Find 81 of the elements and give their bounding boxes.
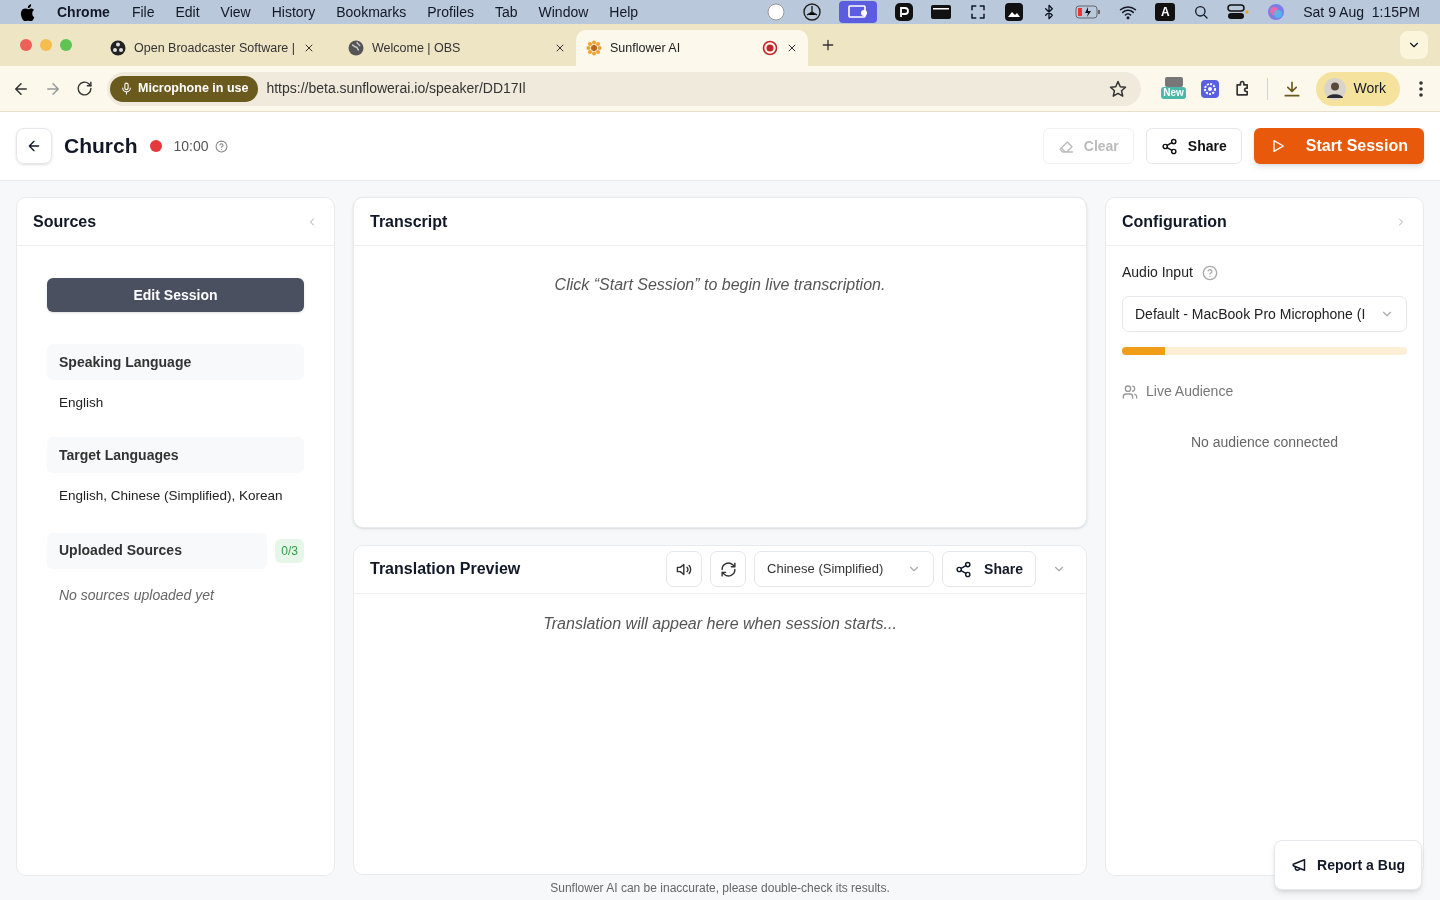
globe-icon — [348, 40, 364, 56]
close-icon[interactable] — [786, 42, 798, 54]
menu-item[interactable]: Help — [609, 1, 639, 23]
help-icon[interactable] — [214, 139, 228, 153]
url-text[interactable]: https://beta.sunflowerai.io/speaker/DD17Il — [266, 78, 1101, 99]
wifi-icon[interactable] — [1119, 3, 1138, 21]
photo-icon[interactable] — [1005, 3, 1024, 21]
disclaimer-text: Sunflower AI can be inaccurate, please double-check its results. — [550, 879, 890, 897]
placeholder-message: Translation will appear here when session starts... — [542, 613, 898, 634]
apple-icon[interactable] — [20, 3, 35, 21]
empty-message: No sources uploaded yet — [58, 585, 216, 605]
panel-title: Sources — [33, 211, 98, 232]
microphone-chip[interactable]: Microphone in use — [110, 75, 259, 102]
close-window-button[interactable] — [20, 39, 32, 51]
screen-share-icon[interactable] — [839, 1, 878, 23]
share-icon — [955, 560, 973, 578]
field-label: Audio Input — [1122, 263, 1193, 282]
menu-item[interactable]: History — [271, 1, 316, 23]
input-source-indicator[interactable]: A — [1155, 3, 1176, 21]
control-center-icon[interactable] — [1227, 4, 1250, 20]
speaker-button[interactable] — [666, 551, 703, 587]
microphone-icon — [120, 82, 133, 95]
users-icon — [1122, 383, 1138, 400]
panel-title: Transcript — [370, 211, 449, 232]
window-icon[interactable] — [931, 5, 952, 19]
new-tab-icon[interactable] — [820, 37, 836, 53]
share-button[interactable]: Share — [1145, 128, 1242, 164]
menu-item[interactable]: File — [131, 1, 155, 23]
placeholder-message: Click “Start Session” to begin live transcription. — [553, 275, 887, 295]
language-dropdown[interactable]: Chinese (Simplified) — [754, 551, 935, 587]
share-icon — [1160, 137, 1178, 155]
section-label: Live Audience — [1146, 382, 1234, 401]
tab-title: Welcome | OBS — [372, 39, 462, 57]
browser-tab[interactable]: Welcome | OBS — [338, 30, 576, 66]
refresh-button[interactable] — [710, 551, 747, 587]
browser-tab[interactable]: Sunflower AI — [576, 30, 808, 66]
share-button[interactable]: Share — [942, 551, 1036, 587]
close-icon[interactable] — [554, 42, 566, 54]
app-icon[interactable] — [895, 3, 914, 21]
tab-title: Open Broadcaster Software | — [134, 39, 295, 57]
clock[interactable]: Sat 9 Aug 1:15PM — [1303, 1, 1420, 23]
timer: 10:00 — [173, 136, 209, 156]
menu-item[interactable]: View — [220, 1, 251, 23]
expand-icon[interactable] — [969, 3, 988, 21]
section-label: Uploaded Sources — [47, 532, 268, 569]
record-icon[interactable] — [767, 3, 786, 21]
panel-title: Translation Preview — [370, 559, 522, 579]
report-bug-button[interactable]: Report a Bug — [1274, 840, 1422, 890]
menu-item[interactable]: Chrome — [57, 1, 110, 23]
search-icon[interactable] — [1193, 4, 1210, 20]
menu-item[interactable]: Bookmarks — [336, 1, 407, 23]
address-bar[interactable]: Microphone in use https://beta.sunflowerai.io/speaker/DD17Il — [107, 71, 1141, 106]
refresh-icon — [719, 560, 737, 578]
back-arrow-icon — [26, 138, 42, 154]
tab-title: Sunflower AI — [610, 39, 682, 57]
section-label: Target Languages — [47, 437, 304, 474]
audio-input-select[interactable]: Default - MacBook Pro Microphone (I — [1122, 296, 1407, 332]
sunflower-icon — [586, 40, 602, 56]
menu-item[interactable]: Window — [538, 1, 589, 23]
back-button[interactable] — [16, 128, 52, 164]
eraser-icon — [1057, 138, 1074, 154]
edit-session-button[interactable]: Edit Session — [47, 278, 304, 312]
empty-message: No audience connected — [1189, 433, 1340, 452]
menu-item[interactable]: Profiles — [427, 1, 474, 23]
bookmark-star-icon[interactable] — [1108, 79, 1127, 98]
avatar-icon — [1323, 77, 1346, 100]
count-badge: 0/3 — [275, 538, 304, 563]
section-value: English — [58, 394, 105, 412]
profile-button[interactable]: Work — [1315, 71, 1400, 106]
panel-title: Configuration — [1122, 211, 1228, 232]
menu-item[interactable]: Edit — [175, 1, 200, 23]
battery-icon[interactable] — [1075, 5, 1102, 19]
section-label: Speaking Language — [47, 344, 304, 380]
section-value: English, Chinese (Simplified), Korean — [58, 487, 284, 506]
obs-logo-icon — [110, 40, 126, 56]
reload-icon[interactable] — [76, 80, 93, 97]
browser-tab[interactable]: Open Broadcaster Software | — [100, 30, 338, 66]
start-session-button[interactable]: Start Session — [1253, 128, 1424, 164]
session-title: Church — [64, 133, 138, 160]
flower-extension-icon[interactable] — [1200, 79, 1219, 98]
menu-item[interactable]: Tab — [494, 1, 518, 23]
